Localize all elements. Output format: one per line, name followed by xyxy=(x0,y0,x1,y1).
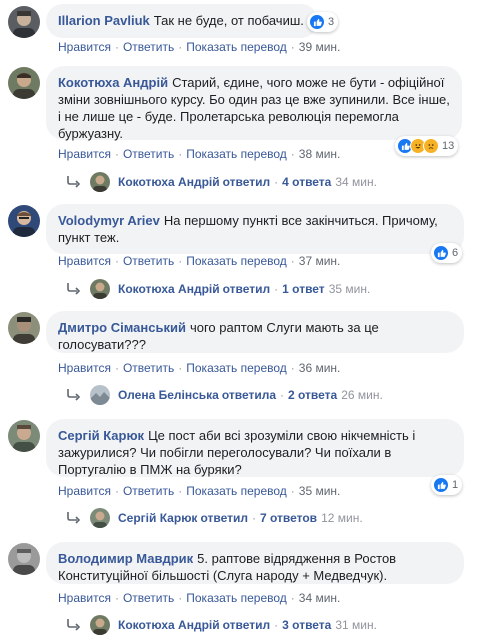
avatar[interactable] xyxy=(8,67,40,99)
reply-time: 35 мин. xyxy=(328,282,371,296)
reply-time: 12 мин. xyxy=(321,511,363,525)
comment-actions: Нравится · Ответить · Показать перевод · 36 ми… xyxy=(58,361,341,375)
comment-author[interactable]: Кокотюха Андрій xyxy=(58,75,168,90)
translate-button[interactable]: Показать перевод xyxy=(186,147,287,161)
reply-verb: ответил xyxy=(200,511,248,525)
comment-actions: Нравится · Ответить · Показать перевод · 37 ми… xyxy=(58,254,341,268)
reaction-count: 3 xyxy=(328,16,335,28)
reply-verb: ответил xyxy=(222,618,271,632)
comment-author[interactable]: Сергій Карюк xyxy=(58,428,144,443)
comment-author[interactable]: Дмитро Сіманський xyxy=(58,320,186,335)
avatar[interactable] xyxy=(8,312,40,344)
reply-avatar xyxy=(90,385,110,405)
comment-time[interactable]: 38 мин. xyxy=(299,147,341,161)
avatar[interactable] xyxy=(8,6,40,38)
like-icon xyxy=(433,477,449,493)
reply-verb: ответила xyxy=(221,388,277,402)
reply-author[interactable]: Сергій Карюк xyxy=(118,511,197,525)
reply-avatar xyxy=(90,615,110,635)
reply-avatar xyxy=(90,279,110,299)
reaction-count: 13 xyxy=(442,140,455,152)
reply-button[interactable]: Ответить xyxy=(123,591,174,605)
reply-count[interactable]: 4 ответа xyxy=(282,175,331,189)
reply-verb: ответил xyxy=(222,282,271,296)
translate-button[interactable]: Показать перевод xyxy=(186,254,287,268)
avatar[interactable] xyxy=(8,543,40,575)
comments-section: Illarion Pavliuk Так не буде, от побачиш.… xyxy=(0,0,489,642)
comment-author[interactable]: Володимир Мавдрик xyxy=(58,551,193,566)
replies-link[interactable]: Сергій Карюк ответил · 7 ответов 12 мин. xyxy=(66,508,363,528)
comment-actions: Нравится · Ответить · Показать перевод · 34 ми… xyxy=(58,591,341,605)
replies-link[interactable]: Олена Белінська ответила · 2 ответа 26 мин. xyxy=(66,385,383,405)
comment-text: Так не буде, от побачиш. xyxy=(153,13,304,28)
replies-link[interactable]: Кокотюха Андрій ответил · 3 ответа 31 мин. xyxy=(66,615,377,635)
like-icon xyxy=(309,14,325,30)
like-icon xyxy=(433,245,449,261)
comment-time[interactable]: 39 мин. xyxy=(299,40,341,54)
comment-bubble: Сергій Карюк Це пост аби всі зрозуміли св… xyxy=(46,419,464,477)
sad-icon xyxy=(423,138,439,154)
reply-arrow-icon xyxy=(67,512,81,524)
reply-button[interactable]: Ответить xyxy=(123,484,174,498)
reply-count[interactable]: 3 ответа xyxy=(282,618,331,632)
reply-author[interactable]: Олена Белінська xyxy=(118,388,219,402)
comment-actions: Нравится · Ответить · Показать перевод · 38 ми… xyxy=(58,147,341,161)
comment-bubble: Кокотюха Андрій Старий, єдине, чого може … xyxy=(46,66,462,141)
reply-author[interactable]: Кокотюха Андрій xyxy=(118,618,220,632)
reply-button[interactable]: Ответить xyxy=(123,361,174,375)
reaction-count: 6 xyxy=(452,247,459,259)
comment-bubble: Володимир Мавдрик 5. раптове відрядження … xyxy=(46,542,464,584)
comment-author[interactable]: Volodymyr Ariev xyxy=(58,213,160,228)
reply-author[interactable]: Кокотюха Андрій xyxy=(118,282,220,296)
avatar[interactable] xyxy=(8,420,40,452)
like-button[interactable]: Нравится xyxy=(58,591,111,605)
reactions-badge[interactable]: 1 xyxy=(431,475,463,495)
like-button[interactable]: Нравится xyxy=(58,254,111,268)
comment-time[interactable]: 36 мин. xyxy=(299,361,341,375)
reply-arrow-icon xyxy=(67,619,81,631)
reply-arrow-icon xyxy=(67,283,81,295)
reply-count[interactable]: 2 ответа xyxy=(288,388,337,402)
reply-button[interactable]: Ответить xyxy=(123,147,174,161)
translate-button[interactable]: Показать перевод xyxy=(186,40,287,54)
reply-arrow-icon xyxy=(67,389,81,401)
comment-time[interactable]: 35 мин. xyxy=(299,484,341,498)
comment-actions: Нравится · Ответить · Показать перевод · 35 ми… xyxy=(58,484,341,498)
like-button[interactable]: Нравится xyxy=(58,361,111,375)
comment-bubble: Volodymyr Ariev На першому пункті все зак… xyxy=(46,204,464,254)
replies-link[interactable]: Кокотюха Андрій ответил · 1 ответ 35 мин. xyxy=(66,279,370,299)
reply-time: 31 мин. xyxy=(335,618,377,632)
comment-actions: Нравится · Ответить · Показать перевод · 39 ми… xyxy=(58,40,341,54)
comment-bubble: Дмитро Сіманський чого раптом Слуги мають… xyxy=(46,311,464,353)
reply-count[interactable]: 1 ответ xyxy=(282,282,325,296)
replies-link[interactable]: Кокотюха Андрій ответил · 4 ответа 34 мин. xyxy=(66,172,377,192)
reply-time: 34 мин. xyxy=(335,175,377,189)
reaction-count: 1 xyxy=(452,479,459,491)
reply-time: 26 мин. xyxy=(341,388,383,402)
translate-button[interactable]: Показать перевод xyxy=(186,591,287,605)
reactions-badge[interactable]: 6 xyxy=(431,243,463,263)
like-button[interactable]: Нравится xyxy=(58,147,111,161)
comment-author[interactable]: Illarion Pavliuk xyxy=(58,13,150,28)
reply-avatar xyxy=(90,508,110,528)
translate-button[interactable]: Показать перевод xyxy=(186,361,287,375)
reply-author[interactable]: Кокотюха Андрій xyxy=(118,175,220,189)
reply-button[interactable]: Ответить xyxy=(123,40,174,54)
reactions-badge[interactable]: 13 xyxy=(395,136,459,156)
reactions-badge[interactable]: 3 xyxy=(307,12,339,32)
like-button[interactable]: Нравится xyxy=(58,484,111,498)
like-button[interactable]: Нравится xyxy=(58,40,111,54)
reply-avatar xyxy=(90,172,110,192)
comment-time[interactable]: 34 мин. xyxy=(299,591,341,605)
translate-button[interactable]: Показать перевод xyxy=(186,484,287,498)
reply-count[interactable]: 7 ответов xyxy=(260,511,317,525)
comment-time[interactable]: 37 мин. xyxy=(299,254,341,268)
reply-button[interactable]: Ответить xyxy=(123,254,174,268)
avatar[interactable] xyxy=(8,205,40,237)
comment-bubble: Illarion Pavliuk Так не буде, от побачиш. xyxy=(46,4,318,38)
reply-verb: ответил xyxy=(222,175,271,189)
reply-arrow-icon xyxy=(67,176,81,188)
